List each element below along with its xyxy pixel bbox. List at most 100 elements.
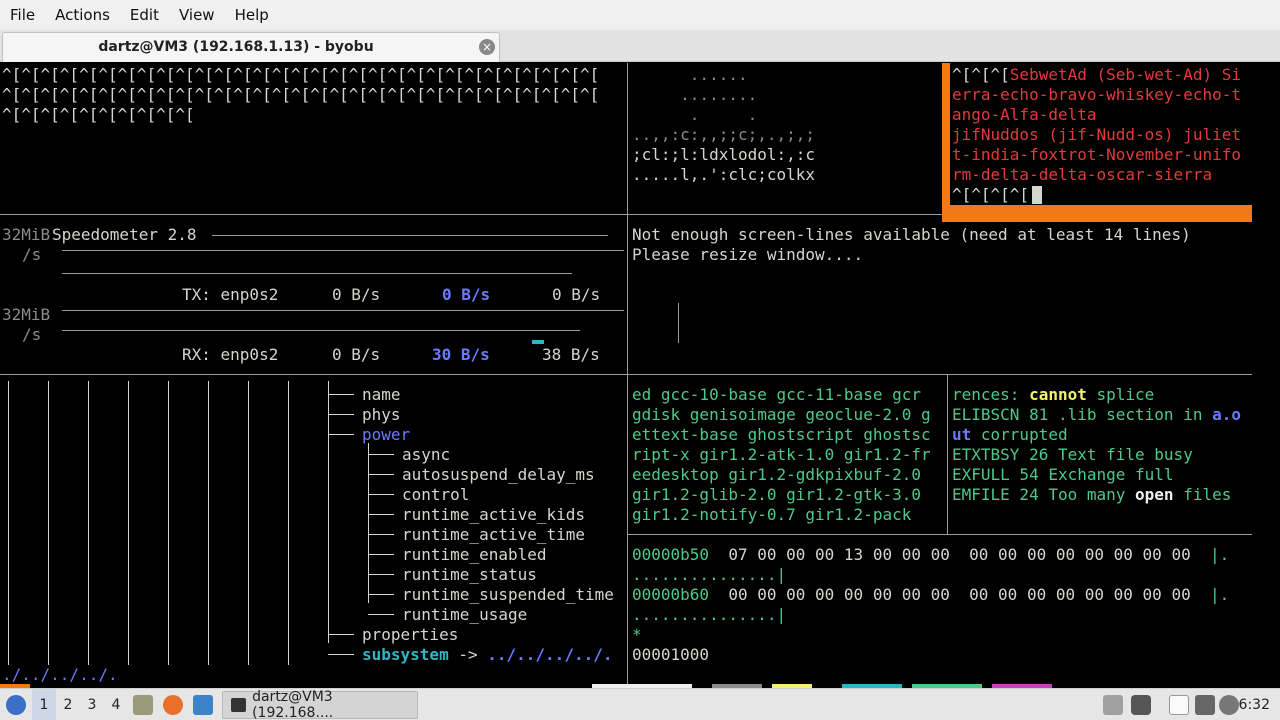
taskbar-terminal-button[interactable]: dartz@VM3 (192.168.... (222, 689, 418, 720)
tree-node: phys (362, 405, 401, 424)
clipboard-icon[interactable] (1169, 695, 1189, 715)
symlink-target: ../../../../. (487, 645, 613, 664)
tree-node: runtime_usage (402, 605, 528, 624)
tree-node: name (362, 385, 401, 404)
power-icon[interactable] (1219, 695, 1239, 715)
rx-rate: 38 B/s (542, 345, 600, 364)
escape-seq-line: ^[^[^[^[^[^[^[^[^[^[^[^[^[^[^[^[^[^[^[^[… (2, 85, 600, 104)
start-menu-icon[interactable] (6, 694, 26, 715)
tree-branch (368, 554, 394, 555)
graph-line (62, 250, 624, 251)
clock: 6:32 (1238, 697, 1270, 713)
package-line: gdisk genisoimage geoclue-2.0 g (632, 405, 931, 424)
text-cursor (1032, 186, 1042, 204)
graph-line (62, 310, 624, 311)
tx-scale: 32MiB (2, 225, 51, 244)
terminal-tab[interactable]: dartz@VM3 (192.168.1.13) - byobu × (2, 32, 500, 62)
volume-icon[interactable] (1131, 695, 1151, 715)
errno-highlight: ut (952, 425, 972, 444)
package-line: eedesktop gir1.2-gdkpixbuf-2.0 (632, 465, 921, 484)
errno-line: EXFULL 54 Exchange full (952, 465, 1174, 484)
close-tab-icon[interactable]: × (479, 39, 495, 55)
tree-guide (208, 381, 209, 665)
symlink-arrow: -> (458, 645, 478, 664)
tree-guide (368, 443, 369, 603)
tab-bar: dartz@VM3 (192.168.1.13) - byobu × (0, 30, 1280, 62)
escape-seq-line: ^[^[^[^[^[^[^[^[^[^[ (2, 105, 195, 124)
tree-branch (368, 514, 394, 515)
nato-line: rm-delta-delta-oscar-sierra (952, 165, 1213, 184)
hexdump-ascii: ...............| (632, 565, 787, 584)
tree-symlink: subsystem -> ../../../../. (362, 645, 612, 665)
file-manager-icon[interactable] (133, 694, 153, 715)
tree-node: autosuspend_delay_ms (402, 465, 595, 484)
nato-line: ^[^[^[SebwetAd (Seb-wet-Ad) Si (952, 65, 1241, 85)
desktop-icon[interactable] (193, 694, 213, 715)
tree-branch (368, 454, 394, 455)
rx-scale: 32MiB (2, 305, 51, 324)
rx-unit: /s (22, 325, 42, 344)
tree-guide (48, 381, 49, 665)
errno-text: splice (1086, 385, 1155, 404)
tree-node: runtime_active_kids (402, 505, 586, 524)
package-line: ript-x gir1.2-atk-1.0 gir1.2-fr (632, 445, 931, 464)
nato-line: jifNuddos (jif-Nudd-os) juliet (952, 125, 1241, 144)
rx-label: RX: enp0s2 (182, 345, 279, 364)
tree-node: runtime_suspended_time (402, 585, 614, 604)
tree-node: control (402, 485, 470, 504)
hex-ascii: |. (1209, 545, 1230, 564)
tree-branch (368, 614, 394, 615)
workspace-1[interactable]: 1 (32, 688, 56, 720)
ascii-art-line: . . (632, 105, 758, 124)
tree-guide (128, 381, 129, 665)
package-line: ed gcc-10-base gcc-11-base gcr (632, 385, 921, 404)
tree-guide (288, 381, 289, 665)
hex-address: 00000b50 (632, 545, 710, 564)
workspace-4[interactable]: 4 (104, 689, 128, 720)
tree-guide (8, 381, 9, 665)
tree-branch (368, 594, 394, 595)
tx-rate: 0 B/s (332, 285, 381, 304)
tree-guide (328, 381, 329, 643)
tree-bottom-path: ./../../../. (2, 665, 118, 684)
menu-view[interactable]: View (169, 0, 225, 30)
rx-activity-bar (532, 340, 544, 344)
menu-edit[interactable]: Edit (120, 0, 169, 30)
package-line: gir1.2-glib-2.0 gir1.2-gtk-3.0 (632, 485, 921, 504)
workspace-3[interactable]: 3 (80, 689, 104, 720)
tx-rate-current: 0 B/s (442, 285, 491, 304)
errno-line: ELIBSCN 81 .lib section in a.o (952, 405, 1241, 425)
resize-warning: Please resize window.... (632, 245, 864, 264)
pane-divider (0, 374, 1252, 375)
nato-word: SebwetAd (Seb-wet-Ad) Si (1009, 65, 1241, 84)
tree-node: properties (362, 625, 459, 644)
ascii-art-line: ..,,:c:,,;;c;,.,;,; (632, 125, 816, 144)
tab-title: dartz@VM3 (192.168.1.13) - byobu (98, 39, 374, 55)
package-line: gir1.2-notify-0.7 gir1.2-pack (632, 505, 912, 524)
package-line: ettext-base ghostscript ghostsc (632, 425, 931, 444)
tree-branch (368, 534, 394, 535)
tree-branch (328, 414, 354, 415)
tree-branch (328, 634, 354, 635)
upload-icon[interactable] (1103, 695, 1123, 715)
network-icon[interactable] (1195, 695, 1215, 715)
menu-help[interactable]: Help (225, 0, 279, 30)
pane-divider (627, 63, 628, 684)
tree-node: async (402, 445, 451, 464)
menu-actions[interactable]: Actions (45, 0, 120, 30)
rx-rate: 0 B/s (332, 345, 381, 364)
errno-line: ETXTBSY 26 Text file busy (952, 445, 1193, 464)
errno-line: ut corrupted (952, 425, 1068, 445)
workspace-2[interactable]: 2 (56, 689, 80, 720)
speedometer-title: Speedometer 2.8 (52, 225, 197, 244)
hex-bytes: 07 00 00 00 13 00 00 00 00 00 00 00 00 0… (709, 545, 1210, 564)
rx-rate-current: 30 B/s (432, 345, 490, 364)
nato-line: t-india-foxtrot-November-unifo (952, 145, 1241, 164)
tx-unit: /s (22, 245, 42, 264)
terminal-area[interactable]: ^[^[^[^[^[^[^[^[^[^[^[^[^[^[^[^[^[^[^[^[… (0, 63, 1280, 684)
hexdump-row: 00000b50 07 00 00 00 13 00 00 00 00 00 0… (632, 545, 1229, 565)
menu-file[interactable]: File (0, 0, 45, 30)
taskbar: 1 2 3 4 dartz@VM3 (192.168.... 6:32 (0, 688, 1280, 720)
firefox-icon[interactable] (163, 694, 183, 715)
hex-ascii: |. (1209, 585, 1230, 604)
